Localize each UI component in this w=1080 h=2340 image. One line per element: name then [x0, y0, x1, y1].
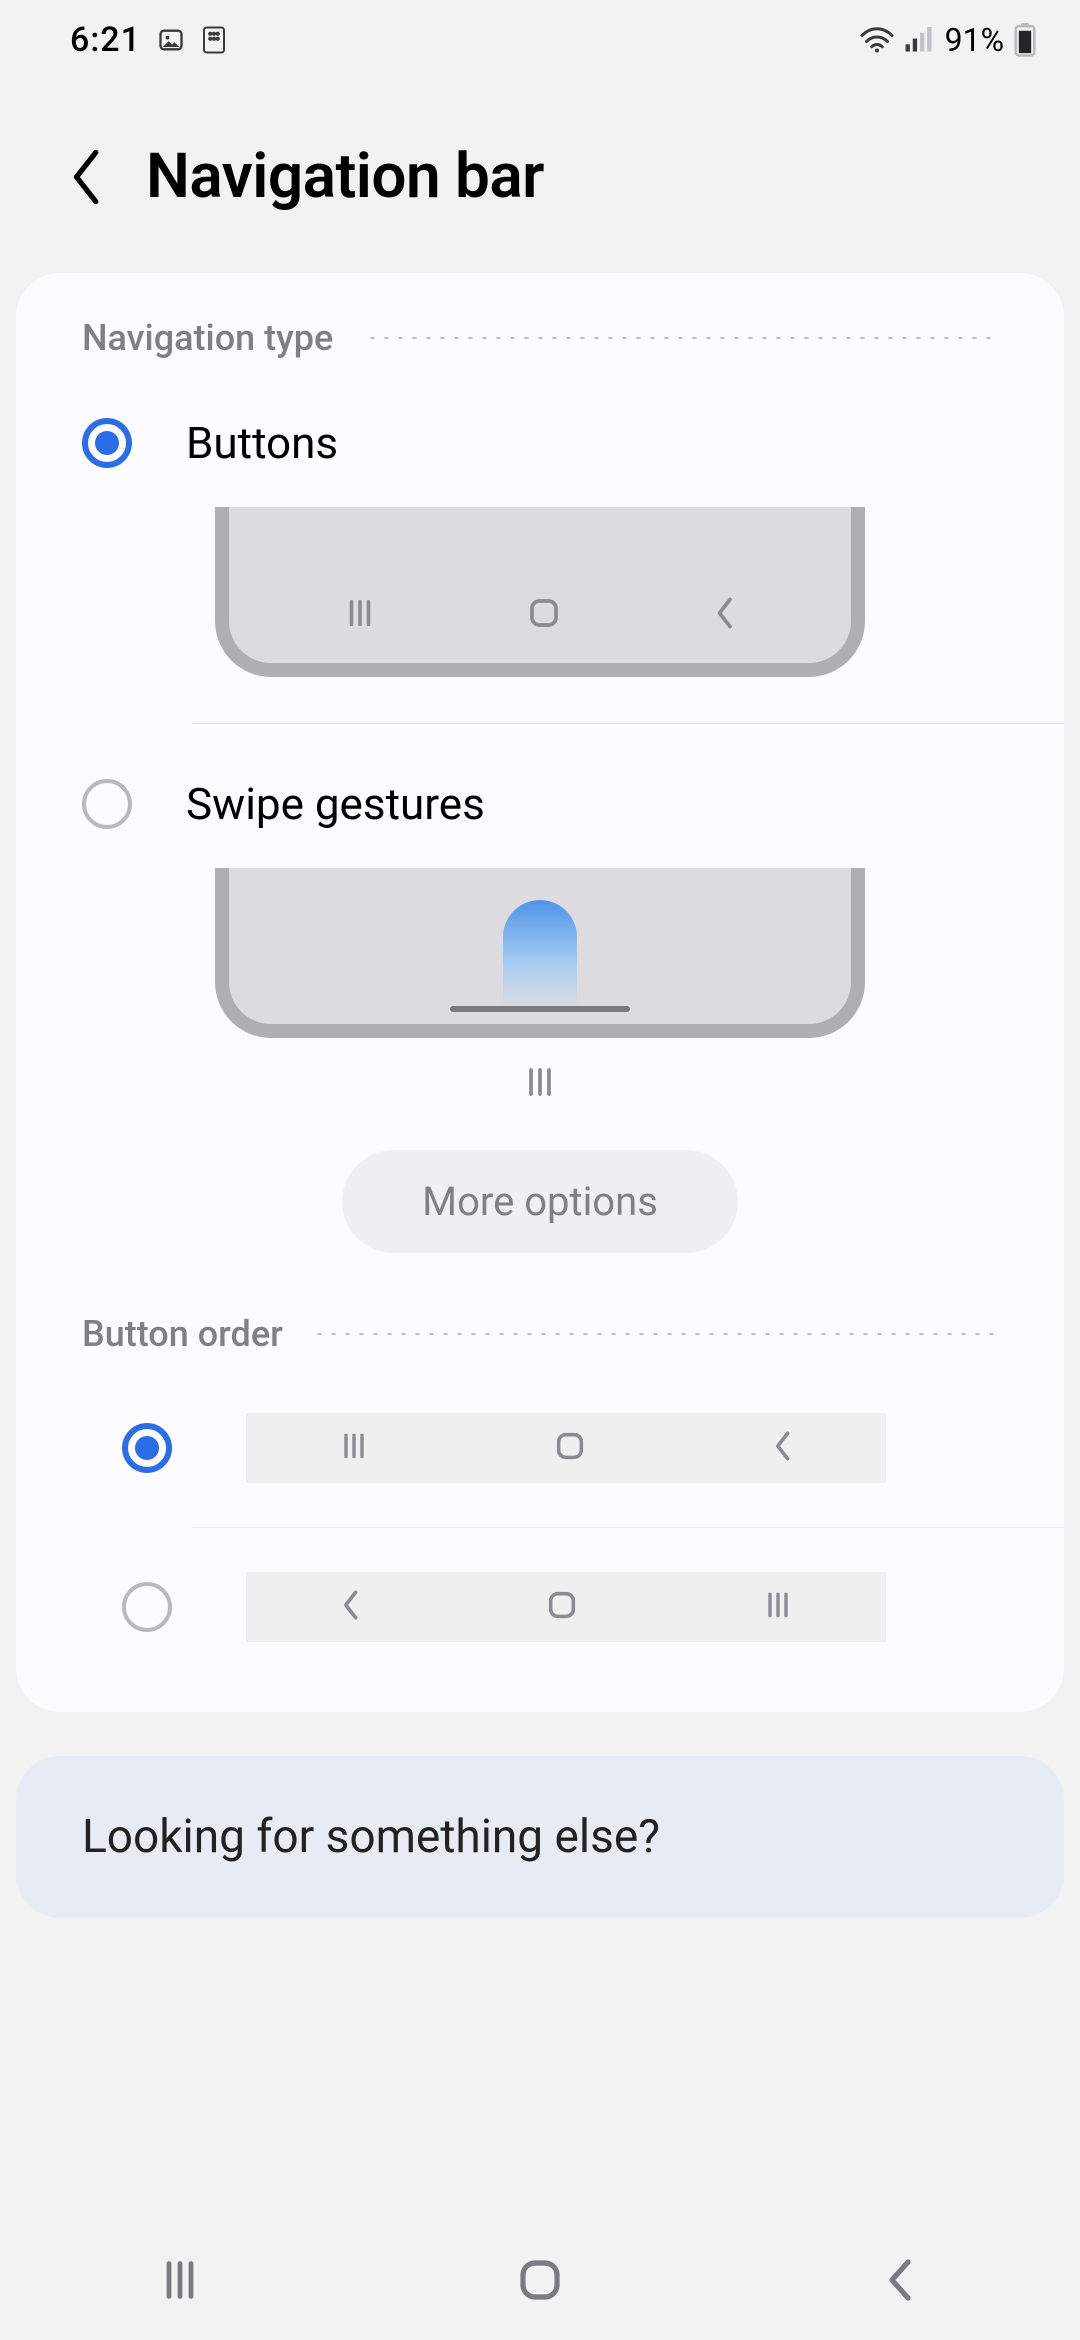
divider-dots	[363, 337, 998, 339]
option-swipe-label: Swipe gestures	[186, 778, 485, 830]
gesture-swipe-indicator	[503, 900, 577, 1008]
home-icon	[553, 1429, 587, 1467]
divider	[192, 1527, 1064, 1528]
gesture-recents-icon	[522, 1064, 558, 1100]
radio-swipe[interactable]	[82, 779, 132, 829]
back-icon	[770, 1429, 794, 1467]
sys-home-button[interactable]	[480, 2256, 600, 2304]
battery-icon	[1014, 23, 1036, 57]
tip-card[interactable]: Looking for something else?	[16, 1756, 1064, 1918]
page-title: Navigation bar	[146, 140, 544, 213]
section-nav-type: Navigation type	[16, 317, 1064, 359]
option-swipe[interactable]: Swipe gestures	[16, 760, 1064, 848]
main-card: Navigation type Buttons	[16, 273, 1064, 1712]
back-icon	[338, 1588, 362, 1626]
back-button[interactable]	[62, 152, 112, 202]
status-left: 6:21	[70, 20, 227, 60]
wifi-icon	[859, 26, 895, 54]
tip-title: Looking for something else?	[82, 1810, 998, 1864]
radio-order-2[interactable]	[122, 1582, 172, 1632]
order-bar-2	[246, 1572, 886, 1642]
divider-dots	[313, 1333, 998, 1335]
preview-swipe: More options	[16, 848, 1064, 1263]
system-nav-bar	[0, 2220, 1080, 2340]
radio-buttons[interactable]	[82, 418, 132, 468]
button-order-label: Button order	[82, 1313, 313, 1355]
divider	[192, 723, 1064, 724]
section-button-order: Button order	[16, 1313, 1064, 1355]
preview-buttons	[16, 487, 1064, 687]
status-bar: 6:21 91%	[0, 0, 1080, 80]
home-icon	[545, 1588, 579, 1626]
option-buttons[interactable]: Buttons	[16, 399, 1064, 487]
sys-back-button[interactable]	[840, 2256, 960, 2304]
option-buttons-label: Buttons	[186, 417, 338, 469]
order-option-2[interactable]	[16, 1554, 1064, 1660]
recents-icon	[762, 1589, 794, 1625]
header: Navigation bar	[0, 80, 1080, 273]
app-grid-icon	[201, 25, 227, 55]
more-options-button[interactable]: More options	[342, 1150, 738, 1253]
gesture-bar	[450, 1006, 630, 1012]
status-time: 6:21	[70, 20, 141, 60]
back-icon	[711, 595, 737, 635]
radio-order-1[interactable]	[122, 1423, 172, 1473]
battery-percent: 91%	[945, 21, 1004, 59]
signal-icon	[905, 27, 935, 53]
recents-icon	[343, 596, 377, 634]
recents-icon	[338, 1430, 370, 1466]
status-right: 91%	[859, 21, 1036, 59]
home-icon	[526, 595, 562, 635]
sys-recents-button[interactable]	[120, 2258, 240, 2302]
order-bar-1	[246, 1413, 886, 1483]
nav-type-label: Navigation type	[82, 317, 363, 359]
order-option-1[interactable]	[16, 1395, 1064, 1501]
picture-icon	[157, 26, 185, 54]
